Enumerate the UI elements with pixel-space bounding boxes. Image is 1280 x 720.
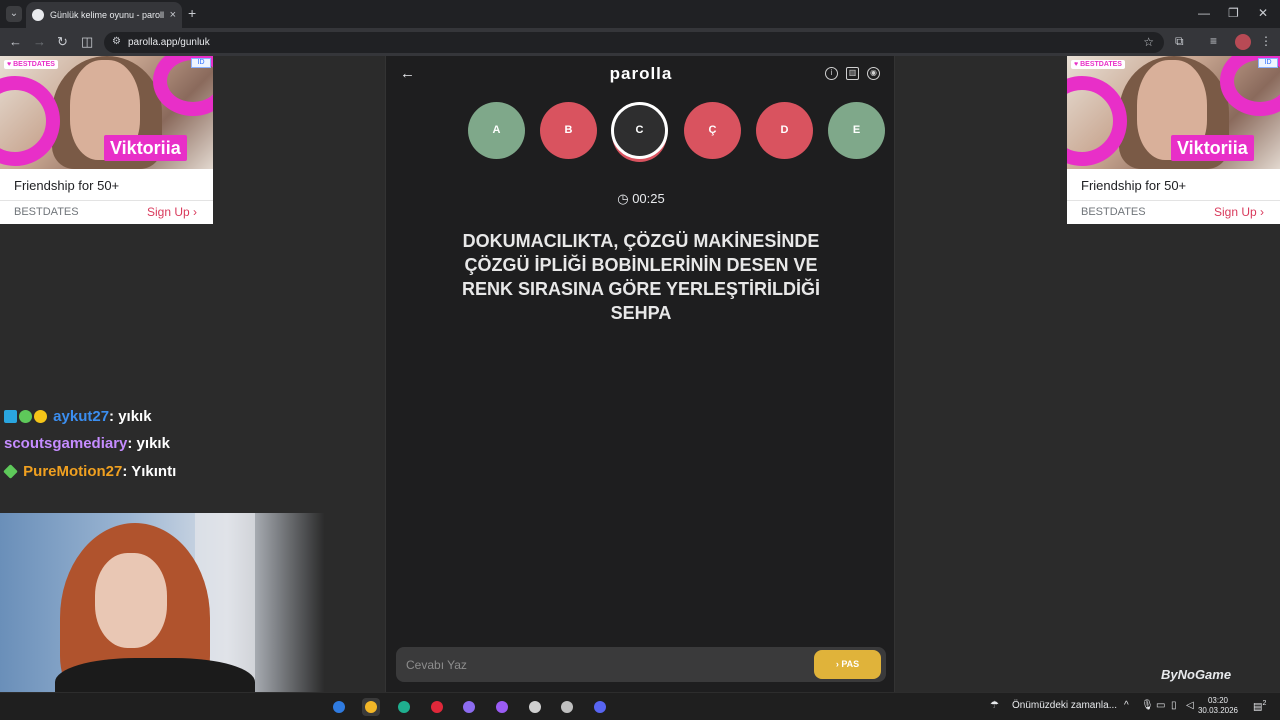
stream-watermark: ByNoGame (1161, 667, 1232, 682)
ad-name: Viktoriia (104, 135, 187, 161)
tab-title: Günlük kelime oyunu - parolla (50, 10, 164, 20)
answer-input[interactable] (406, 655, 806, 675)
windows-taskbar: ☂ Önümüzdeki zamanla... ^ 🎙 ▭ ▯ ◁ 03:20 … (0, 692, 1280, 720)
letter-circle-e: E (828, 102, 885, 159)
adchoices-icon[interactable]: ID (1258, 58, 1278, 68)
ad-name: Viktoriia (1171, 135, 1254, 161)
letter-circle-b: B (540, 102, 597, 159)
badge-icon (3, 464, 18, 479)
webcam-overlay (0, 513, 325, 692)
game-app-icon[interactable] (526, 698, 544, 716)
stats-icon[interactable]: ▥ (846, 67, 859, 80)
chat-message: PureMotion27: Yıkıntı (3, 463, 177, 480)
answer-bar: › PAS (396, 647, 886, 682)
ad-image: ♥ BESTDATES ID Viktoriia (1067, 56, 1280, 169)
browser-tab-bar: ⌄ Günlük kelime oyunu - parolla × + — ❐ … (0, 0, 1280, 28)
forward-icon[interactable]: → (33, 34, 46, 50)
question-text: DOKUMACILIKTA, ÇÖZGÜ MAKİNESİNDE ÇÖZGÜ İ… (461, 231, 821, 323)
reload-icon[interactable]: ↻ (57, 34, 68, 50)
badge-icon (19, 410, 32, 423)
battery-icon[interactable]: ▯ (1171, 700, 1177, 711)
ad-signup-link[interactable]: Sign Up › (147, 205, 197, 219)
ad-brand: BESTDATES (1081, 206, 1146, 218)
profile-avatar[interactable] (1235, 34, 1251, 50)
opera-app-icon[interactable] (428, 698, 446, 716)
media-controls-icon[interactable]: ≡ (1210, 34, 1217, 48)
letter-circle-a: A (468, 102, 525, 159)
account-icon[interactable]: ◉ (867, 67, 880, 80)
adchoices-icon[interactable]: ID (191, 58, 211, 68)
volume-icon[interactable]: ◁ (1186, 700, 1194, 711)
info-icon[interactable]: i (825, 67, 838, 80)
browser-toolbar: ← → ↻ ◫ ⚙ parolla.app/gunluk ☆ ⧉ ≡ ⋮ (0, 28, 1280, 56)
ad-left[interactable]: ♥ BESTDATES ID Viktoriia Friendship for … (0, 56, 213, 224)
chat-username: PureMotion27 (23, 463, 123, 480)
network-icon[interactable]: ▭ (1156, 700, 1165, 711)
chat-username: aykut27 (53, 408, 110, 425)
ad-brand-tag: ♥ BESTDATES (1071, 60, 1125, 69)
tab-close-icon[interactable]: × (170, 9, 176, 21)
ad-headline: Friendship for 50+ (14, 178, 120, 193)
tab-search-dropdown-icon[interactable]: ⌄ (6, 6, 22, 22)
browser-tab[interactable]: Günlük kelime oyunu - parolla × (26, 2, 182, 28)
ad-signup-link[interactable]: Sign Up › (1214, 205, 1264, 219)
clock-time: 03:20 (1207, 696, 1229, 705)
settings-app-icon[interactable] (558, 698, 576, 716)
copilot-app-icon[interactable] (460, 698, 478, 716)
timer: ◷ 00:25 (386, 191, 896, 207)
microphone-icon[interactable]: 🎙 (1141, 700, 1154, 711)
system-clock[interactable]: 03:20 30.03.2026 (1196, 696, 1240, 716)
minimize-button[interactable]: — (1198, 6, 1210, 20)
web-page: ♥ BESTDATES ID Viktoriia Friendship for … (0, 56, 1280, 692)
ad-headline: Friendship for 50+ (1081, 178, 1187, 193)
pass-button[interactable]: › PAS (814, 650, 881, 679)
clock-icon: ◷ (617, 191, 629, 206)
weather-text[interactable]: Önümüzdeki zamanla... (1012, 700, 1117, 711)
chat-username: scoutsgamediary (4, 435, 128, 452)
letter-circle-c-cedilla: Ç (684, 102, 741, 159)
tab-favicon-icon (32, 9, 44, 21)
game-logo: parolla (609, 64, 673, 83)
chat-text: : yıkık (109, 408, 152, 425)
tray-overflow-icon[interactable]: ^ (1124, 700, 1129, 711)
weather-icon[interactable]: ☂ (990, 700, 999, 711)
address-url: parolla.app/gunluk (128, 37, 210, 48)
badge-icon (34, 410, 47, 423)
site-info-icon[interactable]: ⚙ (112, 36, 121, 47)
notification-count: 2 (1262, 700, 1267, 707)
edge-app-icon[interactable] (395, 698, 413, 716)
letter-circle-c-active: C (611, 102, 668, 159)
chat-message: aykut27: yıkık (4, 408, 152, 425)
timer-value: 00:25 (632, 191, 665, 206)
parolla-game: ← parolla i ▥ ◉ A B C Ç D E ◷ 00:25 DOKU… (385, 56, 895, 692)
menu-kebab-icon[interactable]: ⋮ (1260, 34, 1272, 48)
badge-icon (4, 410, 17, 423)
extensions-icon[interactable]: ⧉ (1175, 34, 1184, 49)
discord-app-icon[interactable] (591, 698, 609, 716)
notification-icon[interactable]: ▤2 (1253, 700, 1266, 712)
ad-image: ♥ BESTDATES ID Viktoriia (0, 56, 213, 169)
bookmark-star-icon[interactable]: ☆ (1143, 35, 1154, 49)
chrome-app-icon[interactable] (362, 698, 380, 716)
ad-brand: BESTDATES (14, 206, 79, 218)
restore-button[interactable]: ❐ (1228, 6, 1239, 20)
back-icon[interactable]: ← (9, 34, 22, 50)
new-tab-button[interactable]: + (188, 6, 196, 20)
chat-text: : Yıkıntı (122, 463, 177, 480)
address-bar[interactable]: ⚙ parolla.app/gunluk ☆ (104, 32, 1164, 53)
obs-app-icon[interactable] (493, 698, 511, 716)
letter-circle-d: D (756, 102, 813, 159)
ad-right[interactable]: ♥ BESTDATES ID Viktoriia Friendship for … (1067, 56, 1280, 224)
chat-message: scoutsgamediary: yıkık (4, 435, 170, 452)
chat-text: : yıkık (127, 435, 170, 452)
ad-brand-tag: ♥ BESTDATES (4, 60, 58, 69)
close-window-button[interactable]: ✕ (1258, 6, 1268, 20)
mail-app-icon[interactable] (330, 698, 348, 716)
clock-date: 30.03.2026 (1197, 706, 1239, 715)
side-panel-icon[interactable]: ◫ (81, 34, 93, 50)
